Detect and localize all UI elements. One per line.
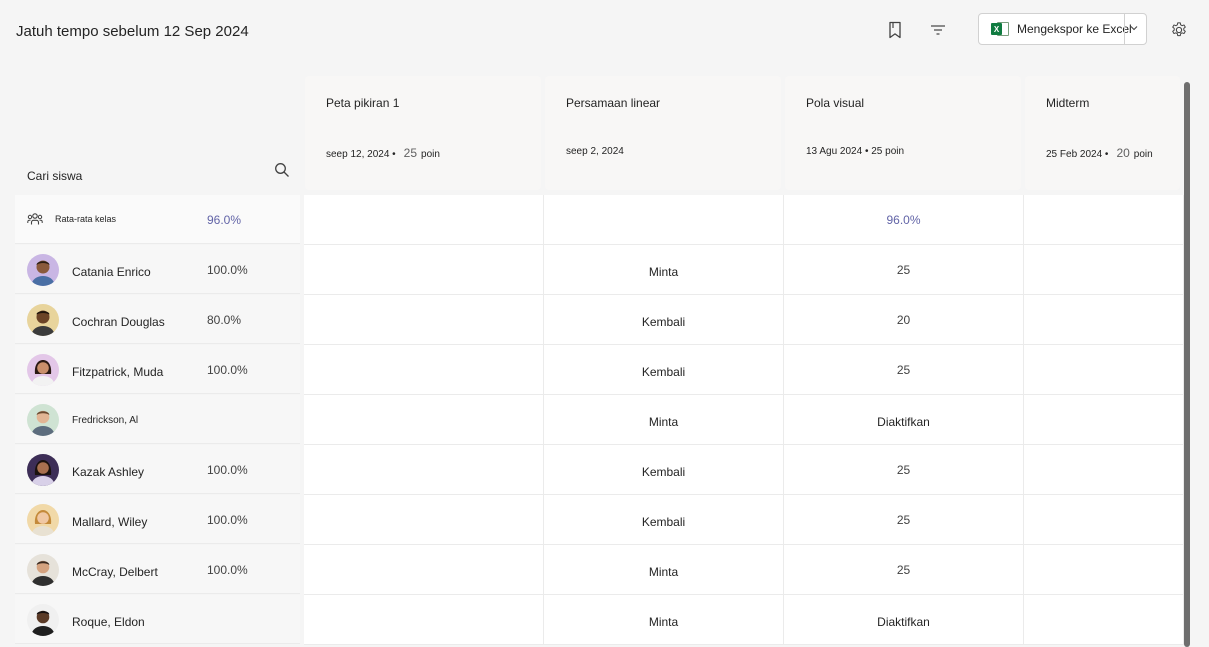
class-average-value: 96.0% <box>207 213 242 227</box>
student-score: 100.0% <box>207 363 248 377</box>
bookmark-icon <box>889 21 901 39</box>
grade-cell[interactable]: Kembali <box>544 445 784 495</box>
student-name[interactable]: Fredrickson, Al <box>72 415 138 426</box>
grade-cell[interactable] <box>304 245 544 295</box>
assignment-date: seep 12, 2024 • 25 poin <box>326 146 440 160</box>
assignment-header-3[interactable]: Pola visual 13 Agu 2024 • 25 poin <box>785 76 1021 190</box>
assignment-header-2[interactable]: Persamaan linear seep 2, 2024 <box>545 76 781 190</box>
grade-cell[interactable] <box>304 395 544 445</box>
export-excel-button[interactable]: X Mengekspor ke Excel <box>978 13 1147 45</box>
vertical-scrollbar[interactable] <box>1184 82 1190 647</box>
assignment-date: seep 2, 2024 <box>566 146 624 157</box>
bookmark-button[interactable] <box>883 18 907 42</box>
assignment-name: Persamaan linear <box>566 96 661 110</box>
grade-cell[interactable]: Minta <box>544 595 784 645</box>
grade-cell[interactable]: 25 <box>784 445 1024 495</box>
grade-cell[interactable] <box>304 545 544 595</box>
grade-cell[interactable] <box>1024 345 1184 395</box>
student-row: Mallard, Wiley 100.0% Kembali 25 <box>0 495 1184 545</box>
avatar[interactable] <box>27 554 59 586</box>
group-icon <box>27 213 43 225</box>
avatar[interactable] <box>27 254 59 286</box>
avatar[interactable] <box>27 354 59 386</box>
assignment-name: Peta pikiran 1 <box>326 96 400 110</box>
class-average-row: Rata-rata kelas 96.0% 96.0% <box>0 195 1184 245</box>
avatar[interactable] <box>27 454 59 486</box>
class-average-label: Rata-rata kelas <box>55 214 117 224</box>
student-name[interactable]: Roque, Eldon <box>72 615 145 629</box>
grade-cell[interactable] <box>304 345 544 395</box>
student-score: 100.0% <box>207 463 248 477</box>
settings-button[interactable] <box>1167 18 1191 42</box>
grade-cell[interactable]: Kembali <box>544 495 784 545</box>
student-score: 100.0% <box>207 513 248 527</box>
student-name[interactable]: Cochran Douglas <box>72 315 165 329</box>
assignment-date: 25 Feb 2024 • 20 poin <box>1046 146 1153 160</box>
grade-cell[interactable] <box>544 195 784 245</box>
grade-cell[interactable] <box>1024 495 1184 545</box>
avatar[interactable] <box>27 504 59 536</box>
grade-cell[interactable]: 25 <box>784 245 1024 295</box>
assignment-header-4[interactable]: Midterm 25 Feb 2024 • 20 poin <box>1025 76 1180 190</box>
filter-button[interactable] <box>926 18 950 42</box>
grade-cell[interactable] <box>304 595 544 645</box>
avatar[interactable] <box>27 604 59 636</box>
student-name[interactable]: Fitzpatrick, Muda <box>72 365 163 379</box>
avatar[interactable] <box>27 304 59 336</box>
student-score: 100.0% <box>207 263 248 277</box>
grade-cell[interactable]: Minta <box>544 245 784 295</box>
grade-cell[interactable]: 25 <box>784 545 1024 595</box>
student-row: Cochran Douglas 80.0% Kembali 20 <box>0 295 1184 345</box>
grade-cell[interactable] <box>1024 295 1184 345</box>
grade-cell[interactable] <box>304 195 544 245</box>
student-name[interactable]: McCray, Delbert <box>72 565 158 579</box>
excel-icon: X <box>991 21 1009 37</box>
search-students-label[interactable]: Cari siswa <box>27 169 82 183</box>
search-button[interactable] <box>274 162 290 183</box>
grade-cell[interactable] <box>1024 445 1184 495</box>
student-row: Kazak Ashley 100.0% Kembali 25 <box>0 445 1184 495</box>
student-row: Roque, Eldon Minta Diaktifkan <box>0 595 1184 645</box>
student-name[interactable]: Catania Enrico <box>72 265 151 279</box>
student-row: McCray, Delbert 100.0% Minta 25 <box>0 545 1184 595</box>
search-icon <box>275 163 289 177</box>
grade-cell[interactable]: 25 <box>784 345 1024 395</box>
grade-cell[interactable]: Minta <box>544 395 784 445</box>
grade-cell[interactable] <box>1024 395 1184 445</box>
grade-cell[interactable] <box>304 495 544 545</box>
assignment-date: 13 Agu 2024 • 25 poin <box>806 146 905 157</box>
student-row: Catania Enrico 100.0% Minta 25 <box>0 245 1184 295</box>
grade-cell[interactable] <box>1024 195 1184 245</box>
grade-cell[interactable] <box>1024 545 1184 595</box>
assignment-header-1[interactable]: Peta pikiran 1 seep 12, 2024 • 25 poin <box>305 76 541 190</box>
page-title: Jatuh tempo sebelum 12 Sep 2024 <box>16 23 249 40</box>
grade-cell[interactable]: Diaktifkan <box>784 395 1024 445</box>
student-score: 100.0% <box>207 563 248 577</box>
export-excel-label: Mengekspor ke Excel <box>1017 22 1131 36</box>
grade-cell[interactable] <box>1024 245 1184 295</box>
student-row: Fredrickson, Al Minta Diaktifkan <box>0 395 1184 445</box>
grade-cell[interactable] <box>1024 595 1184 645</box>
grade-cell[interactable]: Kembali <box>544 295 784 345</box>
student-row: Fitzpatrick, Muda 100.0% Kembali 25 <box>0 345 1184 395</box>
grade-cell[interactable]: Minta <box>544 545 784 595</box>
grade-cell[interactable]: Diaktifkan <box>784 595 1024 645</box>
student-name[interactable]: Mallard, Wiley <box>72 515 147 529</box>
grade-cell[interactable]: 25 <box>784 495 1024 545</box>
student-score: 80.0% <box>207 313 242 327</box>
grade-cell[interactable]: 20 <box>784 295 1024 345</box>
student-name[interactable]: Kazak Ashley <box>72 465 144 479</box>
grade-cell[interactable] <box>304 445 544 495</box>
grade-cell[interactable] <box>304 295 544 345</box>
assignment-name: Pola visual <box>806 96 865 110</box>
chevron-down-icon[interactable] <box>1129 23 1139 33</box>
grade-cell[interactable]: 96.0% <box>784 195 1024 245</box>
filter-icon <box>931 25 945 35</box>
avatar[interactable] <box>27 404 59 436</box>
top-bar: Jatuh tempo sebelum 12 Sep 2024 X Mengek… <box>0 0 1209 62</box>
assignment-name: Midterm <box>1046 96 1090 110</box>
gear-icon <box>1172 22 1186 37</box>
grade-cell[interactable]: Kembali <box>544 345 784 395</box>
